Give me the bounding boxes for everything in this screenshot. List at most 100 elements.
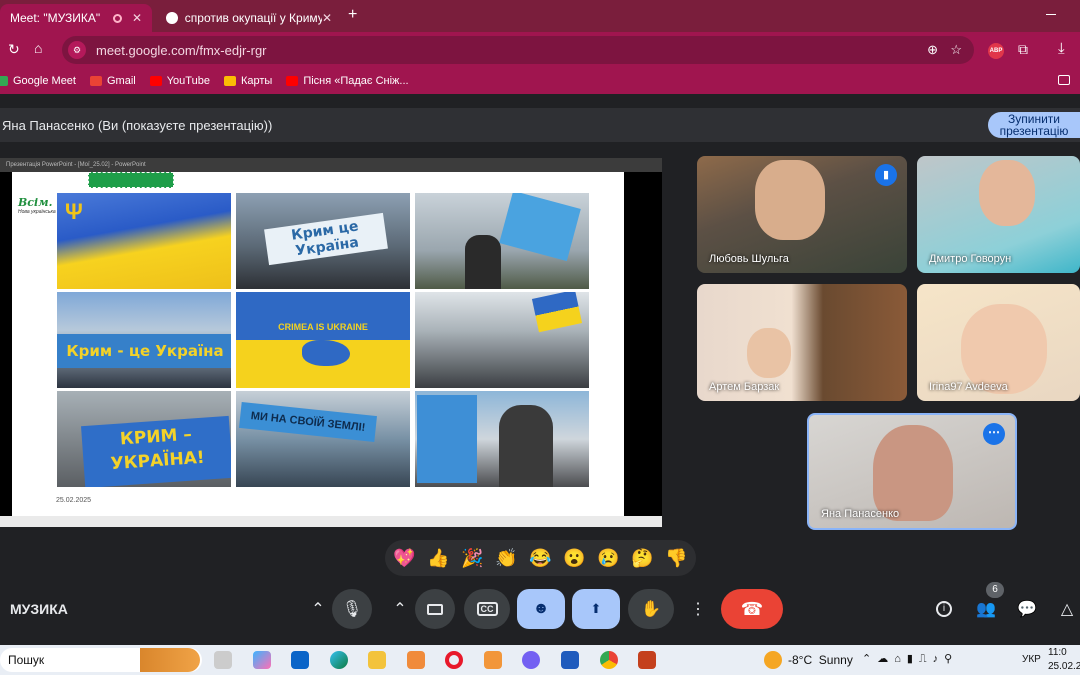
leave-call-button[interactable]: ☎ (721, 589, 783, 629)
clock-time[interactable]: 11:0 (1048, 647, 1067, 658)
banner-text: Крим це Україна (264, 212, 388, 266)
app-icon[interactable] (484, 651, 502, 669)
language-indicator[interactable]: УКР (1022, 654, 1041, 665)
more-options-icon[interactable]: ⋯ (983, 423, 1005, 445)
reaction-button[interactable]: 👎 (660, 541, 694, 575)
info-icon: i (936, 601, 952, 617)
bookmark-item[interactable]: Пісня «Падає Сніж... (286, 75, 409, 87)
browser-toolbar: ↻ ⌂ ⚙ meet.google.com/fmx-edjr-rgr ⊕ ☆ A… (0, 32, 1080, 68)
camera-icon (427, 603, 443, 615)
reload-icon[interactable]: ↻ (8, 41, 20, 58)
mic-icon: 🎙 (341, 601, 363, 618)
bookmark-star-icon[interactable]: ☆ (950, 42, 962, 58)
participant-tile[interactable]: Дмитро Говорун (917, 156, 1080, 273)
close-tab-icon[interactable]: ✕ (322, 11, 332, 25)
bookmark-item[interactable]: Карты (223, 75, 273, 87)
clock-date[interactable]: 25.02.20 (1048, 661, 1080, 672)
more-options-button[interactable]: ⋮ (680, 589, 716, 629)
close-tab-icon[interactable]: ✕ (132, 11, 142, 25)
taskbar-search[interactable]: Пошук (0, 648, 202, 672)
reaction-button[interactable]: 😮 (558, 541, 592, 575)
meeting-info-button[interactable]: i (934, 589, 954, 629)
speaking-indicator-icon: ▮ (875, 164, 897, 186)
photo-march (415, 292, 589, 388)
copilot-icon[interactable] (253, 651, 271, 669)
tab-search[interactable]: спротив окупації у Криму - По ✕ (156, 4, 342, 32)
outlook-icon[interactable] (291, 651, 309, 669)
opera-icon[interactable] (445, 651, 463, 669)
camera-button[interactable] (415, 589, 455, 629)
emoji-button[interactable]: ☻ (517, 589, 565, 629)
reaction-button[interactable]: 🤔 (626, 541, 660, 575)
camera-options-button[interactable]: ⌃ (380, 589, 420, 629)
home-icon[interactable]: ⌂ (34, 40, 42, 56)
zoom-icon[interactable]: ⊕ (927, 42, 938, 58)
participant-name: Артем Барзак (709, 381, 780, 393)
viber-icon[interactable] (522, 651, 540, 669)
bookmark-item[interactable]: Google Meet (0, 75, 76, 87)
task-view-icon[interactable] (214, 651, 232, 669)
slide-logo: Всім. Нова українська (18, 196, 56, 215)
bookmark-label: Google Meet (13, 75, 76, 87)
tamga-icon: Ψ (65, 199, 83, 224)
reaction-button[interactable]: 👍 (422, 541, 456, 575)
download-icon[interactable]: ⤓ (1058, 40, 1065, 57)
participant-tile[interactable]: Артем Барзак (697, 284, 907, 401)
activities-icon: △ (1060, 601, 1074, 618)
folder-icon[interactable] (1058, 75, 1070, 85)
windows-taskbar: Пошук -8°C Sunny ⌃☁⌂▮⎍♪⚲ УКР 11:0 25.02.… (0, 645, 1080, 675)
people-count-badge: 6 (986, 582, 1004, 598)
extensions-icon[interactable]: ⧉ (1018, 41, 1028, 58)
new-tab-button[interactable]: + (348, 6, 357, 24)
reaction-button[interactable]: 😢 (592, 541, 626, 575)
stop-presenting-button[interactable]: Зупинити презентацію (988, 112, 1080, 138)
reaction-button[interactable]: 🎉 (456, 541, 490, 575)
site-info-icon[interactable]: ⚙ (68, 41, 86, 59)
participant-name: Irina97 Avdeeva (929, 381, 1008, 393)
bookmark-label: Карты (240, 75, 273, 87)
participant-tile[interactable]: ▮ Любовь Шульга (697, 156, 907, 273)
tray-icons[interactable]: ⌃☁⌂▮⎍♪⚲ (862, 652, 958, 666)
photo-old-man-flag (415, 193, 589, 289)
self-view-tile[interactable]: ⋯ Яна Панасенко (807, 413, 1017, 530)
bookmark-item[interactable]: YouTube (149, 75, 210, 87)
present-button[interactable]: ⬆ (572, 589, 620, 629)
weather-icon (764, 651, 782, 669)
presenting-banner: Яна Панасенко (Ви (показуєте презентацію… (0, 108, 1080, 142)
adblock-icon[interactable]: ABP (988, 43, 1004, 59)
banner-text: CRIMEA IS UKRAINE (278, 322, 368, 332)
tab-meet[interactable]: Meet: "МУЗИКА" ✕ (0, 4, 152, 32)
photo-banner-crowd: Крим це Україна (236, 193, 410, 289)
file-explorer-icon[interactable] (368, 651, 386, 669)
face-shape (979, 160, 1035, 226)
chrome-icon[interactable] (600, 651, 618, 669)
bookmark-icon (0, 76, 8, 86)
tab-strip: Meet: "МУЗИКА" ✕ спротив окупації у Крим… (0, 0, 1080, 32)
activities-button[interactable]: △ (1054, 589, 1080, 629)
captions-button[interactable]: CC (464, 589, 510, 629)
reaction-button[interactable]: 👏 (490, 541, 524, 575)
bookmark-item[interactable]: Gmail (89, 75, 136, 87)
raise-hand-button[interactable]: ✋ (628, 589, 674, 629)
recording-icon (112, 13, 122, 23)
paint-icon[interactable] (407, 651, 425, 669)
mic-button[interactable]: 🎙 (332, 589, 372, 629)
captions-icon: CC (476, 602, 498, 616)
participant-tile[interactable]: Irina97 Avdeeva (917, 284, 1080, 401)
search-highlight-image (140, 648, 200, 672)
presenter-text: Яна Панасенко (Ви (показуєте презентацію… (2, 117, 273, 133)
powerpoint-icon[interactable] (638, 651, 656, 669)
word-icon[interactable] (561, 651, 579, 669)
slide: Всім. Нова українська Ψ Крим це Україна … (12, 172, 624, 516)
reaction-button[interactable]: 😂 (524, 541, 558, 575)
bookmark-label: Пісня «Падає Сніж... (303, 75, 409, 87)
chat-button[interactable]: 💬 (1014, 589, 1040, 629)
minimize-icon[interactable] (1046, 14, 1056, 15)
weather-text[interactable]: -8°C Sunny (788, 653, 853, 667)
chat-icon: 💬 (1017, 601, 1037, 618)
hand-icon: ✋ (641, 601, 661, 618)
address-bar[interactable]: ⚙ meet.google.com/fmx-edjr-rgr ⊕ ☆ (62, 36, 974, 64)
reaction-button[interactable]: 💖 (388, 541, 422, 575)
edge-icon[interactable] (330, 651, 348, 669)
bookmark-label: YouTube (166, 75, 210, 87)
